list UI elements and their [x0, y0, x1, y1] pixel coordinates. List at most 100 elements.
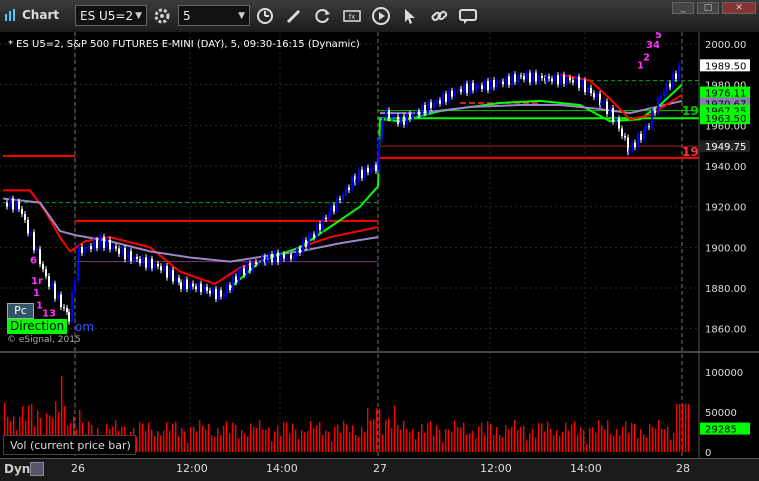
price-label: 1989.50 — [705, 61, 746, 72]
candle-body — [310, 234, 312, 236]
interval-combo[interactable]: 5 ▼ — [178, 5, 250, 26]
interval-settings-icon[interactable] — [255, 6, 275, 26]
candle-body — [406, 113, 408, 125]
candle-body — [130, 251, 132, 262]
minimize-button[interactable]: _ — [672, 2, 694, 14]
candle-body — [299, 248, 301, 253]
draw-tool-icon[interactable] — [284, 6, 304, 26]
volume-bar — [250, 423, 252, 452]
volume-bar — [280, 435, 282, 452]
gear-icon[interactable] — [152, 6, 172, 26]
candle-body — [243, 268, 245, 275]
volume-bar — [466, 434, 468, 452]
copyright: © eSignal, 2015 — [7, 335, 81, 345]
dyn-label[interactable]: Dyn — [4, 462, 30, 476]
candle-body — [484, 80, 486, 89]
volume-bar — [259, 420, 261, 452]
chevron-down-icon: ▼ — [238, 11, 245, 21]
candle-body — [36, 249, 38, 251]
candle-body — [448, 90, 450, 102]
candle-body — [77, 256, 79, 281]
volume-bar — [433, 435, 435, 452]
volume-bar — [646, 437, 648, 452]
axis-tick-label: 1880.00 — [705, 284, 746, 295]
price-label: 1949.75 — [705, 142, 746, 153]
volume-bar — [373, 419, 375, 452]
volume-bar — [619, 435, 621, 452]
volume-bar — [196, 431, 198, 452]
candle-body — [451, 90, 453, 97]
candle-body — [218, 290, 220, 299]
candle-body — [606, 101, 608, 114]
candle-body — [261, 256, 263, 263]
candle-body — [660, 96, 662, 99]
candle-body — [466, 83, 468, 94]
volume-bar — [214, 436, 216, 452]
candle-body — [508, 76, 510, 85]
candle-body — [339, 198, 341, 201]
candle-body — [427, 102, 429, 114]
volume-bar — [262, 429, 264, 452]
cursor-icon[interactable] — [400, 6, 420, 26]
candle-body — [268, 254, 270, 259]
symbol-combo[interactable]: ES U5=2 ▼ — [75, 5, 147, 26]
candle-body — [232, 276, 234, 290]
play-icon[interactable] — [371, 6, 391, 26]
candle-body — [274, 252, 276, 263]
volume-bar — [631, 422, 633, 452]
candle-body — [235, 276, 237, 283]
candle-body — [421, 105, 423, 116]
candle-body — [358, 169, 360, 181]
volume-bar — [580, 427, 582, 452]
candle-body — [487, 80, 489, 91]
count-label: 1 — [33, 288, 40, 299]
candle-body — [198, 283, 200, 290]
candle-body — [48, 276, 50, 287]
candle-body — [240, 268, 242, 272]
zoom-icon[interactable] — [30, 462, 44, 476]
volume-bar — [655, 428, 657, 452]
price-chart[interactable]: 61r11131234561919 2000.001980.001960.001… — [0, 32, 759, 458]
candle-body — [45, 269, 47, 277]
studies-icon[interactable]: fx — [342, 6, 362, 26]
link-icon[interactable] — [429, 6, 449, 26]
candle-body — [628, 151, 630, 153]
volume-bar — [583, 430, 585, 452]
axis-tick-label: 1900.00 — [705, 243, 746, 254]
volume-bar — [550, 428, 552, 452]
volume-bar — [565, 422, 567, 452]
direction-label[interactable]: Direction — [7, 319, 68, 334]
candle-body — [472, 82, 474, 91]
candle-body — [319, 224, 321, 231]
candle-body — [84, 247, 86, 254]
candle-body — [538, 76, 540, 82]
volume-bar — [337, 424, 339, 452]
candle-body — [430, 102, 432, 108]
window-title: Chart — [22, 8, 60, 22]
candle-body — [624, 135, 626, 138]
chat-icon[interactable] — [458, 6, 478, 26]
candle-body — [238, 271, 240, 283]
volume-bar — [547, 421, 549, 452]
candle-body — [418, 111, 420, 116]
close-button[interactable]: ✕ — [722, 2, 756, 14]
candle-body — [675, 73, 677, 80]
maximize-button[interactable]: □ — [697, 2, 719, 14]
candle-body — [308, 235, 310, 247]
volume-bar — [148, 422, 150, 452]
volume-bar — [499, 435, 501, 452]
volume-bar — [226, 421, 228, 452]
volume-bar — [445, 428, 447, 452]
candle-body — [51, 283, 53, 287]
candle-body — [136, 256, 138, 259]
volume-bar — [328, 431, 330, 452]
pc-label[interactable]: Pc — [7, 303, 34, 319]
volume-bar — [355, 435, 357, 452]
volume-bar — [520, 426, 522, 452]
candle-body — [322, 217, 324, 231]
candle-body — [463, 83, 465, 92]
volume-bar — [535, 437, 537, 452]
refresh-icon[interactable] — [313, 6, 333, 26]
candle-body — [6, 202, 8, 207]
candle-body — [575, 76, 577, 83]
